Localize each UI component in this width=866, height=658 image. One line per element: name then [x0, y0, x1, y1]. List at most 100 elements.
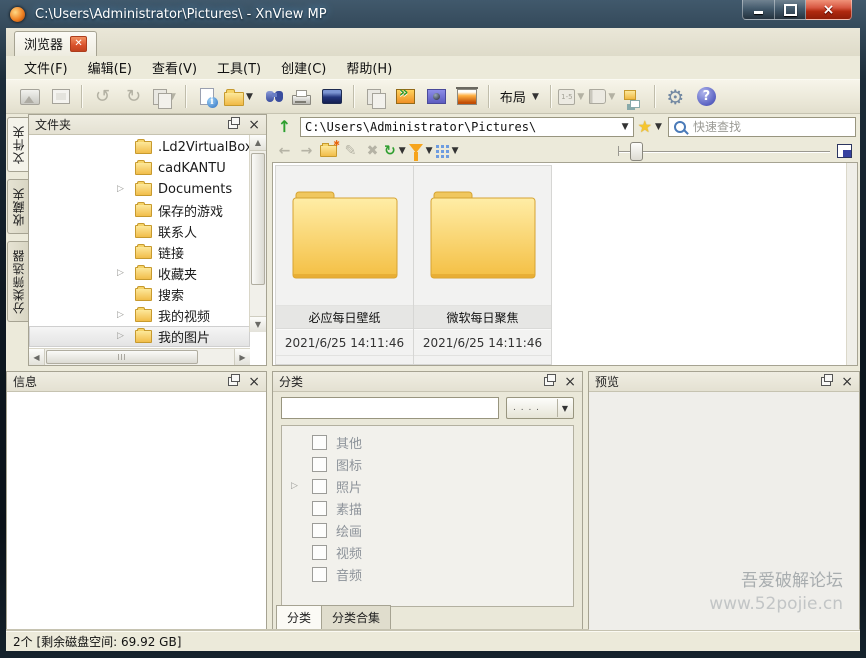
sidebar-tab-folders[interactable]: 文件夹 [7, 117, 28, 172]
favorites-button[interactable]: ★▼ [639, 117, 663, 137]
expand-arrow-icon[interactable]: ▷ [117, 184, 124, 194]
close-panel-icon[interactable]: × [841, 377, 853, 387]
tree-item[interactable]: .Ld2VirtualBox [29, 137, 250, 158]
folder-tree-button[interactable] [618, 83, 649, 111]
back-button[interactable]: ← [274, 141, 295, 161]
search-button[interactable] [255, 83, 286, 111]
close-panel-icon[interactable]: × [248, 377, 260, 387]
float-panel-icon[interactable] [228, 377, 238, 386]
rotate-right-button[interactable]: ↻ [118, 83, 149, 111]
path-dropdown-icon[interactable]: ▼ [620, 122, 631, 132]
refresh-button[interactable]: ↻▼ [384, 141, 408, 161]
file-browser-area[interactable]: 必应每日壁纸 2021/6/25 14:11:46 微软每日聚焦 [272, 162, 858, 366]
slider-thumb[interactable] [630, 142, 643, 161]
view-mode-button[interactable]: ▼ [436, 141, 461, 161]
tree-item-selected[interactable]: ▷我的图片 [29, 326, 250, 347]
checkbox[interactable] [312, 457, 327, 472]
checkbox[interactable] [312, 435, 327, 450]
minimize-button[interactable] [742, 0, 775, 20]
compare-button[interactable] [359, 83, 390, 111]
expand-arrow-icon[interactable]: ▷ [117, 268, 124, 278]
scan-button[interactable] [317, 83, 348, 111]
scroll-left-icon[interactable]: ◀ [29, 349, 45, 365]
expand-arrow-icon[interactable]: ▷ [117, 310, 124, 320]
tree-item[interactable]: 保存的游戏 [29, 200, 250, 221]
filter-button[interactable]: ▼ [409, 141, 435, 161]
menu-tools[interactable]: 工具(T) [207, 56, 271, 79]
close-panel-icon[interactable]: × [564, 377, 576, 387]
checkbox[interactable] [312, 501, 327, 516]
thumbnail-size-slider[interactable] [618, 141, 830, 161]
capture-button[interactable] [421, 83, 452, 111]
category-item[interactable]: 素描 [282, 497, 573, 519]
float-panel-icon[interactable] [544, 377, 554, 386]
settings-button[interactable]: ⚙ [660, 83, 691, 111]
tree-item[interactable]: 链接 [29, 242, 250, 263]
float-panel-icon[interactable] [821, 377, 831, 386]
help-button[interactable]: ? [691, 83, 722, 111]
quick-search-box[interactable] [668, 117, 856, 137]
expand-arrow-icon[interactable]: ▷ [291, 481, 298, 491]
category-filter-input[interactable] [281, 397, 499, 419]
tab-close-icon[interactable]: ✕ [70, 36, 87, 52]
maximize-button[interactable] [775, 0, 806, 20]
tab-browser[interactable]: 浏览器 ✕ [14, 31, 97, 56]
tree-item[interactable]: ▷我的视频 [29, 305, 250, 326]
folder-item[interactable]: 微软每日聚焦 2021/6/25 14:11:46 [414, 165, 552, 365]
browser-scrollbar-track[interactable] [846, 163, 857, 365]
float-panel-icon[interactable] [228, 120, 238, 129]
expand-arrow-icon[interactable]: ▷ [117, 331, 124, 341]
slider-track[interactable] [619, 151, 830, 152]
menu-help[interactable]: 帮助(H) [336, 56, 402, 79]
menu-create[interactable]: 创建(C) [271, 56, 336, 79]
tab-category-sets[interactable]: 分类合集 [321, 605, 391, 630]
category-item[interactable]: 图标 [282, 453, 573, 475]
new-folder-button[interactable] [318, 141, 339, 161]
tree-item[interactable]: ▷Documents [29, 179, 250, 200]
thumbnail-display-button[interactable] [835, 141, 856, 161]
scroll-right-icon[interactable]: ▶ [234, 349, 250, 365]
category-item[interactable]: 其他 [282, 431, 573, 453]
print-button[interactable] [286, 83, 317, 111]
category-item[interactable]: 绘画 [282, 519, 573, 541]
checkbox[interactable] [312, 567, 327, 582]
slideshow-button[interactable] [452, 83, 483, 111]
tree-item[interactable]: ▷收藏夹 [29, 263, 250, 284]
tree-vertical-scrollbar[interactable]: ▲ ▼ [249, 135, 266, 332]
category-item[interactable]: ▷照片 [282, 475, 573, 497]
close-button[interactable]: × [806, 0, 852, 20]
layout-button[interactable]: 布局 ▼ [494, 84, 545, 109]
batch-convert-button[interactable] [390, 83, 421, 111]
scrollbar-thumb[interactable] [46, 350, 198, 364]
quick-search-input[interactable] [691, 119, 850, 135]
sort-button[interactable]: 1-5▼ [556, 83, 587, 111]
title-bar[interactable]: C:\Users\Administrator\Pictures\ - XnVie… [0, 0, 866, 28]
scrollbar-thumb[interactable] [251, 153, 265, 285]
checkbox[interactable] [312, 545, 327, 560]
tree-item[interactable]: cadKANTU [29, 158, 250, 179]
fullscreen-button[interactable] [45, 83, 76, 111]
bookmarks-button[interactable]: ▼ [587, 83, 618, 111]
forward-button[interactable]: → [296, 141, 317, 161]
category-item[interactable]: 音频 [282, 563, 573, 585]
transform-button[interactable]: ▼ [149, 83, 180, 111]
path-combobox[interactable]: ▼ [300, 117, 634, 137]
menu-view[interactable]: 查看(V) [142, 56, 207, 79]
tree-horizontal-scrollbar[interactable]: ◀ ▶ [29, 348, 250, 365]
checkbox[interactable] [312, 523, 327, 538]
category-item[interactable]: 视频 [282, 541, 573, 563]
folder-item[interactable]: 必应每日壁纸 2021/6/25 14:11:46 [275, 165, 414, 365]
close-panel-icon[interactable]: × [248, 120, 260, 130]
properties-button[interactable] [191, 83, 222, 111]
rename-button[interactable]: ✎ [340, 141, 361, 161]
tree-item[interactable]: 搜索 [29, 284, 250, 305]
parent-folder-button[interactable]: ↑ [274, 117, 295, 137]
delete-button[interactable]: ✖ [362, 141, 383, 161]
sidebar-tab-favorites[interactable]: 收藏夹 [7, 179, 28, 234]
scroll-down-icon[interactable]: ▼ [250, 316, 266, 332]
menu-edit[interactable]: 编辑(E) [78, 56, 142, 79]
view-image-button[interactable] [14, 83, 45, 111]
category-more-button[interactable]: . . . . ▼ [506, 397, 574, 419]
menu-file[interactable]: 文件(F) [14, 56, 78, 79]
checkbox[interactable] [312, 479, 327, 494]
